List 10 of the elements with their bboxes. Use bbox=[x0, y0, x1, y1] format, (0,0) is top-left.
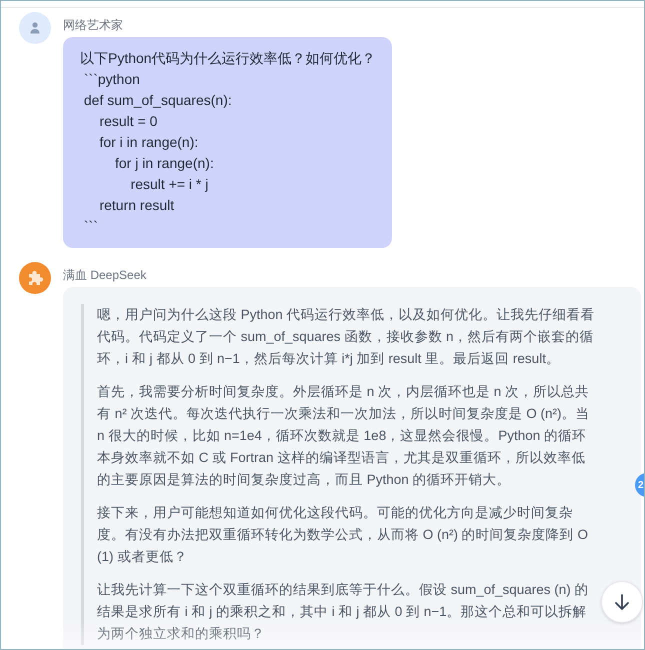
reasoning-paragraph: 接下来，用户可能想知道如何优化这段代码。可能的优化方向是减少时间复杂度。有没有办法把双重循环转化为数学公式，从而将 O (n²) 的时间复杂度降到 O (1) 或者更低？ bbox=[97, 504, 589, 566]
user-avatar-icon bbox=[19, 12, 51, 44]
reasoning-paragraph: 首先，我需要分析时间复杂度。外层循环是 n 次，内层循环也是 n 次，所以总共有 n² 次迭代。每次迭代执行一次乘法和一次加法，所以时间复杂度是 O (n²)。当 n 很大的时候，比如 n=1e4，循环次数就是 1e8，这显然会很慢。Python 的循环本身效率就不如 C 或 Fortran 这样的编译型语言，尤其是双重循环，所以效率低的主要原因是算法的时间复杂度过高，而且 Python 的循环开销大。 bbox=[97, 383, 591, 489]
puzzle-avatar-icon bbox=[19, 262, 51, 294]
reasoning-paragraph: 让我先计算一下这个双重循环的结果到底等于什么。假设 sum_of_squares (n) 的结果是求所有 i 和 j 的乘积之和，其中 i 和 j 都从 0 到 n−1。那这个总和可以拆解为两个独立求和的乘积吗？ bbox=[97, 581, 590, 643]
arrow-down-icon bbox=[614, 593, 630, 611]
author-name: 网络艺术家 bbox=[63, 18, 124, 32]
reasoning-paragraph: 嗯，用户问为什么这段 Python 代码运行效率低，以及如何优化。让我先仔细看看代码。代码定义了一个 sum_of_squares 函数，接收参数 n，然后有两个嵌套的循环，i 和 j 都从 0 到 n−1，然后每次计算 i*j 加到 result 里。最后返回 result。 bbox=[97, 306, 596, 368]
message-bubble: 以下Python代码为什么运行效率低？如何优化？ ```python def sum_of_squares(n): result = 0 for i in range(n): for j in range(n): result += i * j return result ``` bbox=[63, 37, 392, 248]
author-name: 满血 DeepSeek bbox=[63, 268, 148, 282]
